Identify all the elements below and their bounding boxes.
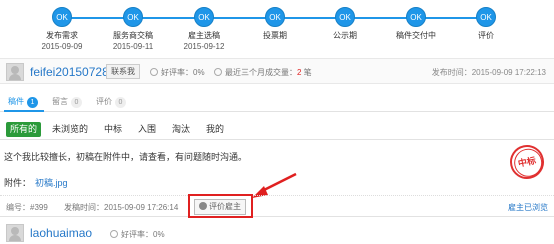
employer-info: feifei20150728 联系我 好评率：0% 最近三个月成交量：2 笔 发… <box>0 58 554 84</box>
attachment: 附件： 初稿.jpg <box>4 176 68 189</box>
tab-count: 0 <box>71 97 82 108</box>
step-publicity: OK 公示期 <box>310 7 380 42</box>
submission-time: 发稿时间：2015-09-09 17:26:14 <box>64 203 179 212</box>
rating-text: 好评率：0% <box>161 68 205 77</box>
submission-filters: 所有的 未浏览的 中标 入围 淘汰 我的 <box>0 118 554 140</box>
step-date: 2015-09-12 <box>183 42 225 51</box>
step-label: 投票期 <box>263 31 287 40</box>
filter-shortlisted[interactable]: 入围 <box>134 122 160 137</box>
step-label: 公示期 <box>333 31 357 40</box>
step-ok-icon: OK <box>123 7 143 27</box>
step-ok-icon: OK <box>406 7 426 27</box>
progress-steps: OK 发布需求 2015-09-09 OK 服务商交稿 2015-09-11 O… <box>0 0 554 58</box>
step-select: OK 雇主选稿 2015-09-12 <box>169 7 239 51</box>
clock-icon <box>214 68 222 76</box>
step-label: 稿件交付中 <box>396 31 436 40</box>
rating-stat: 好评率：0% <box>150 67 205 78</box>
step-publish: OK 发布需求 2015-09-09 <box>27 7 97 51</box>
active-tab-indicator <box>4 110 44 112</box>
submission-footer: 编号：#399 发稿时间：2015-09-09 17:26:14 评价雇主 雇主… <box>0 195 554 217</box>
tab-label: 评价 <box>96 97 112 106</box>
step-delivery: OK 稿件交付中 <box>381 7 451 42</box>
step-label: 服务商交稿 <box>113 31 153 40</box>
step-ok-icon: OK <box>52 7 72 27</box>
step-submit: OK 服务商交稿 2015-09-11 <box>98 7 168 51</box>
step-vote: OK 投票期 <box>240 7 310 42</box>
step-date: 2015-09-09 <box>41 42 83 51</box>
viewed-note: 雇主已浏览 <box>508 203 548 212</box>
step-ok-icon: OK <box>335 7 355 27</box>
bidder-rating: 好评率：0% <box>110 229 165 240</box>
attachment-link[interactable]: 初稿.jpg <box>35 178 68 188</box>
tab-count: 0 <box>115 97 126 108</box>
tab-label: 稿件 <box>8 97 24 106</box>
step-review: OK 评价 <box>451 7 521 42</box>
bidder-info: laohuaimao 好评率：0% <box>0 221 554 244</box>
thumb-up-icon <box>150 68 158 76</box>
step-label: 评价 <box>478 31 494 40</box>
submission-number: 编号：#399 <box>6 203 48 212</box>
tab-messages[interactable]: 留言 0 <box>52 96 82 108</box>
winning-stamp: 中标 <box>506 141 548 183</box>
step-ok-icon: OK <box>476 7 496 27</box>
attachment-label: 附件： <box>4 178 32 188</box>
bidder-username[interactable]: laohuaimao <box>30 226 92 240</box>
step-label: 雇主选稿 <box>188 31 220 40</box>
step-ok-icon: OK <box>265 7 285 27</box>
filter-eliminated[interactable]: 淘汰 <box>168 122 194 137</box>
tab-reviews[interactable]: 评价 0 <box>96 96 126 108</box>
tab-label: 留言 <box>52 97 68 106</box>
filter-mine[interactable]: 我的 <box>202 122 228 137</box>
annotation-highlight <box>188 194 253 218</box>
filter-winning[interactable]: 中标 <box>100 122 126 137</box>
tab-count: 1 <box>27 97 38 108</box>
step-label: 发布需求 <box>46 31 78 40</box>
filter-all[interactable]: 所有的 <box>6 122 42 137</box>
publish-time: 发布时间：2015-09-09 17:22:13 <box>431 68 546 77</box>
contact-button[interactable]: 联系我 <box>106 64 140 79</box>
thumb-up-icon <box>110 230 118 238</box>
step-date: 2015-09-11 <box>112 42 154 51</box>
tab-submissions[interactable]: 稿件 1 <box>8 96 38 108</box>
bidder-rating-text: 好评率：0% <box>121 230 165 239</box>
volume-suffix: 笔 <box>301 68 312 77</box>
avatar[interactable] <box>6 224 24 242</box>
volume-stat: 最近三个月成交量：2 笔 <box>214 67 312 78</box>
avatar[interactable] <box>6 63 24 81</box>
content-tabs: 稿件 1 留言 0 评价 0 <box>0 92 554 112</box>
submission-text: 这个我比较擅长，初稿在附件中，请查看，有问题随时沟通。 <box>4 152 248 162</box>
employer-username[interactable]: feifei20150728 <box>30 65 109 79</box>
step-ok-icon: OK <box>194 7 214 27</box>
filter-unviewed[interactable]: 未浏览的 <box>48 122 92 137</box>
volume-prefix: 最近三个月成交量： <box>225 68 297 77</box>
